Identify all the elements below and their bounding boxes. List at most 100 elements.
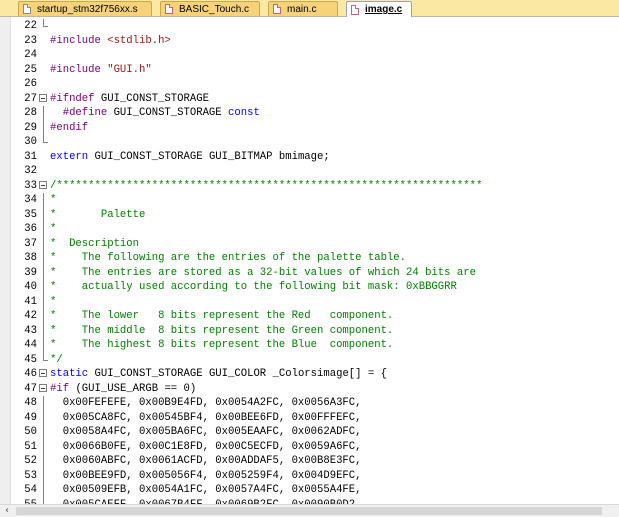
code-text: * Palette [50, 208, 145, 223]
code-token: #endif [50, 121, 89, 134]
code-line[interactable]: 32 [0, 164, 619, 179]
code-line[interactable]: 48 0x00FEFEFE, 0x00B9E4FD, 0x0054A2FC, 0… [0, 396, 619, 411]
line-number: 42 [24, 310, 37, 322]
tab-image-c[interactable]: image.c [346, 1, 412, 17]
asm-file-icon [23, 4, 31, 14]
code-token: * The middle 8 bits represent the Green … [50, 324, 394, 337]
fold-guide-line [39, 439, 49, 454]
code-line[interactable]: 44 * The highest 8 bits represent the Blu… [0, 338, 619, 353]
line-number: 41 [24, 295, 37, 308]
fold-margin [39, 77, 49, 92]
code-line[interactable]: 42 * The lower 8 bits represent the Red c… [0, 309, 619, 324]
line-number: 40 [24, 281, 37, 293]
line-number: 29 [24, 121, 37, 134]
code-line[interactable]: 35 * Palette [0, 207, 619, 223]
code-text: 0x0060ABFC, 0x0061ACFD, 0x00ADDAF5, 0x00… [50, 454, 362, 469]
code-editor[interactable]: 22 23 #include <stdlib.h> 24 25 #include "GUI… [0, 17, 619, 504]
code-line[interactable]: 49 0x005CA8FC, 0x00545BF4, 0x00BEE6FD, 0… [0, 410, 619, 426]
fold-margin [39, 164, 49, 179]
code-token: 0x0058A4FC, 0x005BA6FC, 0x005EAAFC, 0x00… [50, 426, 362, 438]
c-file-icon [273, 4, 281, 14]
fold-guide-line [39, 236, 49, 251]
fold-end-marker [39, 352, 49, 368]
code-line[interactable]: 43 * The middle 8 bits represent the Gree… [0, 323, 619, 338]
code-line[interactable]: 47 #if (GUI_USE_ARGB == 0) [0, 382, 619, 397]
line-number: 35 [24, 208, 37, 221]
line-number: 22 [24, 20, 37, 32]
code-token: 0x00BEE9FD, 0x005056F4, 0x005259F4, 0x00… [50, 469, 362, 482]
fold-guide-line [39, 410, 49, 425]
code-token: * [50, 194, 57, 206]
code-line[interactable]: 37 * Description [0, 236, 619, 252]
code-line[interactable]: 28 #define GUI_CONST_STORAGE const [0, 106, 619, 121]
code-line[interactable]: 39 * The entries are stored as a 32-bit v… [0, 265, 619, 281]
fold-guide-line [39, 106, 49, 121]
code-token: 0x00509EFB, 0x0054A1FC, 0x0057A4FC, 0x00… [50, 484, 362, 496]
code-line[interactable]: 30 [0, 135, 619, 150]
code-text: * The highest 8 bits represent the Blue … [50, 338, 393, 353]
code-line[interactable]: 29 #endif [0, 120, 619, 135]
code-line[interactable]: 31 extern GUI_CONST_STORAGE GUI_BITMAP bm… [0, 150, 619, 165]
code-line[interactable]: 22 [0, 19, 619, 34]
fold-guide-line [39, 120, 49, 135]
code-token: * Palette [50, 208, 146, 221]
code-line[interactable]: 54 0x00509EFB, 0x0054A1FC, 0x0057A4FC, 0… [0, 483, 619, 498]
fold-guide-line [39, 207, 49, 222]
code-token: #include [50, 34, 108, 47]
code-token: 0x00FEFEFE, 0x00B9E4FD, 0x0054A2FC, 0x00… [50, 397, 362, 409]
tab-label: startup_stm32f756xx.s [37, 3, 138, 15]
horizontal-scrollbar[interactable]: ‹ [0, 504, 619, 517]
code-text: * [50, 193, 56, 208]
fold-collapse-icon[interactable] [39, 92, 49, 107]
code-token: (GUI_USE_ARGB == 0) [75, 382, 197, 395]
code-text: * The entries are stored as a 32-bit val… [50, 266, 476, 281]
code-line[interactable]: 34 * [0, 193, 619, 208]
line-number: 53 [24, 469, 37, 482]
code-text: static GUI_CONST_STORAGE GUI_COLOR _Colo… [50, 367, 387, 382]
code-line[interactable]: 23 #include <stdlib.h> [0, 34, 619, 49]
fold-margin [39, 48, 49, 63]
line-number: 32 [24, 165, 37, 177]
code-text: 0x005CA8FC, 0x00545BF4, 0x00BEE6FD, 0x00… [50, 411, 362, 426]
editor-tab-bar: startup_stm32f756xx.s BASIC_Touch.c main… [0, 0, 619, 17]
code-line[interactable]: 38 * The following are the entries of the… [0, 251, 619, 266]
code-text: * Description [50, 237, 139, 252]
code-line[interactable]: 25 #include "GUI.h" [0, 63, 619, 78]
tab-label: image.c [365, 4, 403, 15]
code-line[interactable]: 41 * [0, 294, 619, 309]
code-line[interactable]: 33 /*************************************… [0, 179, 619, 194]
scroll-left-arrow-icon[interactable]: ‹ [0, 505, 14, 517]
code-line[interactable]: 53 0x00BEE9FD, 0x005056F4, 0x005259F4, 0… [0, 468, 619, 483]
fold-guide-line [39, 251, 49, 266]
fold-collapse-icon[interactable] [39, 382, 49, 397]
tab-startup-file[interactable]: startup_stm32f756xx.s [18, 1, 152, 16]
line-number: 36 [24, 223, 37, 235]
code-line[interactable]: 26 [0, 77, 619, 92]
code-line[interactable]: 40 * actually used according to the follo… [0, 280, 619, 295]
fold-guide-line [39, 309, 49, 324]
code-token: #ifndef [50, 92, 101, 105]
line-number: 49 [24, 411, 37, 424]
fold-margin [39, 63, 49, 78]
code-token: * The lower 8 bits represent the Red com… [50, 310, 394, 322]
line-number: 38 [24, 252, 37, 264]
fold-collapse-icon[interactable] [39, 367, 49, 382]
code-token: 0x0066B0FE, 0x00C1E8FD, 0x00C5ECFD, 0x00… [50, 440, 362, 453]
code-line[interactable]: 27 #ifndef GUI_CONST_STORAGE [0, 92, 619, 107]
tab-basic-touch[interactable]: BASIC_Touch.c [160, 1, 260, 16]
code-line[interactable]: 51 0x0066B0FE, 0x00C1E8FD, 0x00C5ECFD, 0… [0, 439, 619, 454]
code-token: 0x005CA8FC, 0x00545BF4, 0x00BEE6FD, 0x00… [50, 411, 362, 424]
code-line[interactable]: 52 0x0060ABFC, 0x0061ACFD, 0x00ADDAF5, 0… [0, 454, 619, 469]
fold-collapse-icon[interactable] [39, 179, 49, 194]
scrollbar-thumb[interactable] [16, 507, 602, 515]
line-number: 31 [24, 150, 37, 163]
line-number: 46 [24, 368, 37, 380]
code-line[interactable]: 24 [0, 48, 619, 63]
code-token: * The highest 8 bits represent the Blue … [50, 339, 394, 351]
code-line[interactable]: 46 static GUI_CONST_STORAGE GUI_COLOR _Co… [0, 367, 619, 382]
tab-main-c[interactable]: main.c [268, 1, 338, 16]
code-line[interactable]: 36 * [0, 222, 619, 237]
code-line[interactable]: 50 0x0058A4FC, 0x005BA6FC, 0x005EAAFC, 0… [0, 425, 619, 440]
code-text: #if (GUI_USE_ARGB == 0) [50, 382, 196, 397]
code-line[interactable]: 45 */ [0, 352, 619, 368]
